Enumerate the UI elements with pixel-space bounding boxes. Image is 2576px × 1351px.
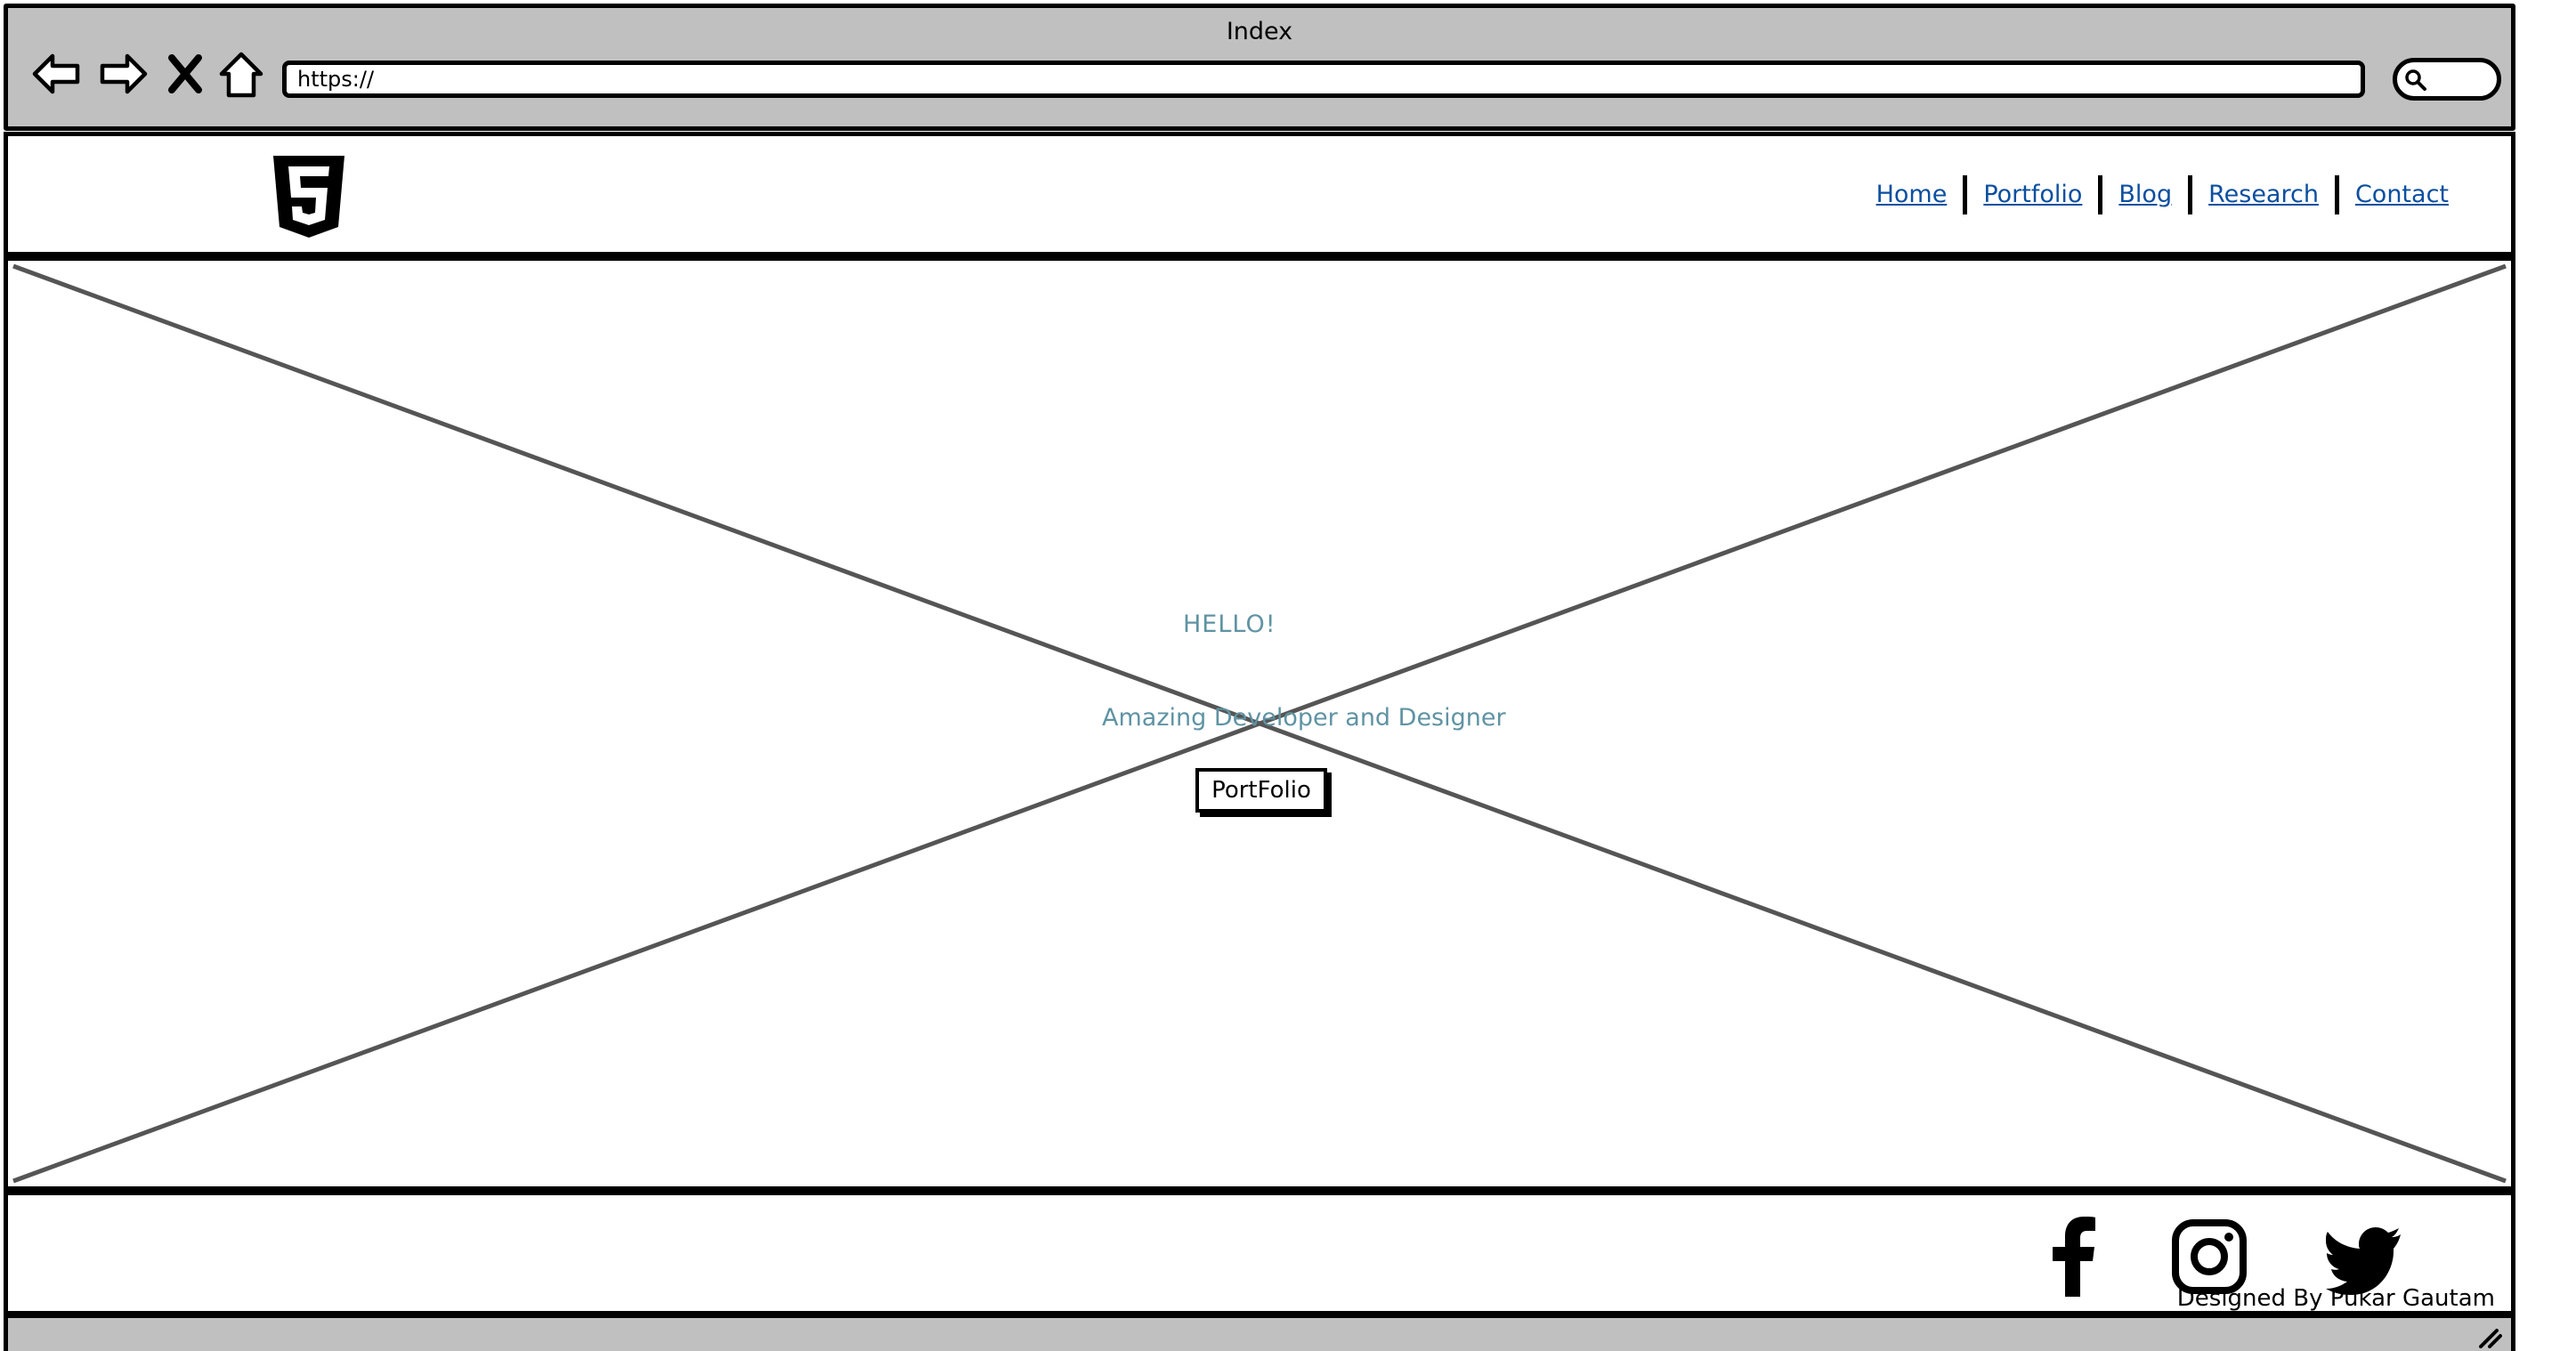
- browser-toolbar: Index: [4, 4, 2515, 131]
- main-nav: Home Portfolio Blog Research Contact: [1860, 172, 2465, 218]
- search-icon: [2405, 69, 2426, 91]
- nav-link-portfolio[interactable]: Portfolio: [1967, 172, 2098, 218]
- hero-tagline: Amazing Developer and Designer: [1102, 704, 1506, 732]
- hero-section: HELLO! Amazing Developer and Designer Po…: [4, 256, 2515, 1191]
- home-icon[interactable]: [215, 47, 268, 101]
- hero-greeting: HELLO!: [1183, 611, 1276, 638]
- site-footer: Designed By Pukar Gautam: [4, 1191, 2515, 1315]
- back-arrow-icon[interactable]: [29, 47, 83, 101]
- html5-logo-icon[interactable]: [273, 156, 344, 238]
- nav-link-blog[interactable]: Blog: [2102, 172, 2188, 218]
- resize-grip-icon[interactable]: [2477, 1327, 2502, 1348]
- footer-credit: Designed By Pukar Gautam: [2176, 1285, 2495, 1312]
- nav-link-home[interactable]: Home: [1860, 172, 1964, 218]
- search-button[interactable]: [2393, 58, 2501, 101]
- status-bar: [4, 1314, 2515, 1351]
- window-title: Index: [1226, 18, 1293, 45]
- close-icon[interactable]: [165, 47, 206, 101]
- nav-link-contact[interactable]: Contact: [2339, 172, 2465, 218]
- site-header: Home Portfolio Blog Research Contact: [4, 132, 2515, 256]
- url-input[interactable]: [282, 61, 2365, 98]
- nav-link-research[interactable]: Research: [2192, 172, 2335, 218]
- forward-arrow-icon[interactable]: [97, 47, 150, 101]
- facebook-icon[interactable]: [2050, 1215, 2096, 1297]
- portfolio-button[interactable]: PortFolio: [1195, 768, 1327, 813]
